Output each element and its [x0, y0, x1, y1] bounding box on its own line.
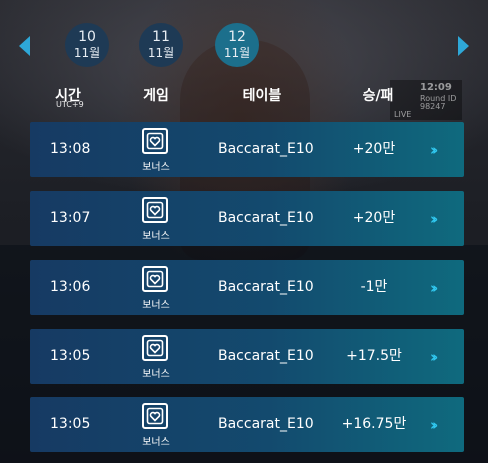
row-game: 보너스 [142, 437, 170, 448]
row-result: -1만 [360, 279, 388, 295]
row-result: +16.75만 [341, 416, 407, 432]
date-11[interactable]: 11 11월 [139, 23, 183, 67]
bonus-card-icon [142, 197, 168, 223]
row-time: 13:05 [50, 348, 91, 364]
row-game: 보너스 [142, 231, 170, 242]
chevron-left-icon[interactable] [19, 36, 30, 56]
row-time: 13:07 [50, 210, 91, 226]
header-result: 승/패 [362, 88, 394, 104]
row-game: 보너스 [142, 369, 170, 380]
date-day: 12 [228, 29, 246, 45]
round-number: 98247 [420, 102, 446, 111]
row-result: +20만 [352, 210, 396, 226]
date-day: 11 [152, 29, 170, 45]
date-day: 10 [78, 29, 96, 45]
history-row[interactable]: 13:05 보너스 Baccarat_E10 +17.5만 ›› [30, 329, 464, 384]
row-table: Baccarat_E10 [218, 416, 314, 432]
header-time-zone: UTC+9 [56, 100, 84, 109]
header-table: 테이블 [242, 88, 282, 104]
date-12[interactable]: 12 11월 [215, 23, 259, 67]
history-row[interactable]: 13:06 보너스 Baccarat_E10 -1만 ›› [30, 260, 464, 315]
history-row[interactable]: 13:07 보너스 Baccarat_E10 +20만 ›› [30, 191, 464, 246]
history-row[interactable]: 13:08 보너스 Baccarat_E10 +20만 ›› [30, 122, 464, 177]
history-row[interactable]: 13:05 보너스 Baccarat_E10 +16.75만 ›› [30, 397, 464, 452]
live-label: LIVE [394, 110, 412, 119]
date-month: 11월 [73, 46, 101, 60]
row-result: +17.5만 [346, 348, 402, 364]
header-game: 게임 [143, 88, 169, 104]
bonus-card-icon [142, 128, 168, 154]
row-table: Baccarat_E10 [218, 210, 314, 226]
bonus-card-icon [142, 403, 168, 429]
double-chevron-right-icon[interactable]: ›› [430, 141, 439, 159]
chevron-right-icon[interactable] [458, 36, 469, 56]
double-chevron-right-icon[interactable]: ›› [430, 416, 439, 434]
bonus-card-icon [142, 266, 168, 292]
row-result: +20만 [352, 141, 396, 157]
row-table: Baccarat_E10 [218, 141, 314, 157]
double-chevron-right-icon[interactable]: ›› [430, 210, 439, 228]
row-time: 13:05 [50, 416, 91, 432]
date-month: 11월 [147, 46, 175, 60]
date-10[interactable]: 10 11월 [65, 23, 109, 67]
row-game: 보너스 [142, 162, 170, 173]
row-time: 13:06 [50, 279, 91, 295]
row-time: 13:08 [50, 141, 91, 157]
double-chevron-right-icon[interactable]: ›› [430, 279, 439, 297]
row-game: 보너스 [142, 300, 170, 311]
date-month: 11월 [223, 46, 251, 60]
bonus-card-icon [142, 335, 168, 361]
row-table: Baccarat_E10 [218, 279, 314, 295]
live-info-panel: 12:09 Round ID 98247 LIVE [390, 80, 462, 120]
row-table: Baccarat_E10 [218, 348, 314, 364]
double-chevron-right-icon[interactable]: ›› [430, 348, 439, 366]
live-clock: 12:09 [420, 82, 452, 93]
